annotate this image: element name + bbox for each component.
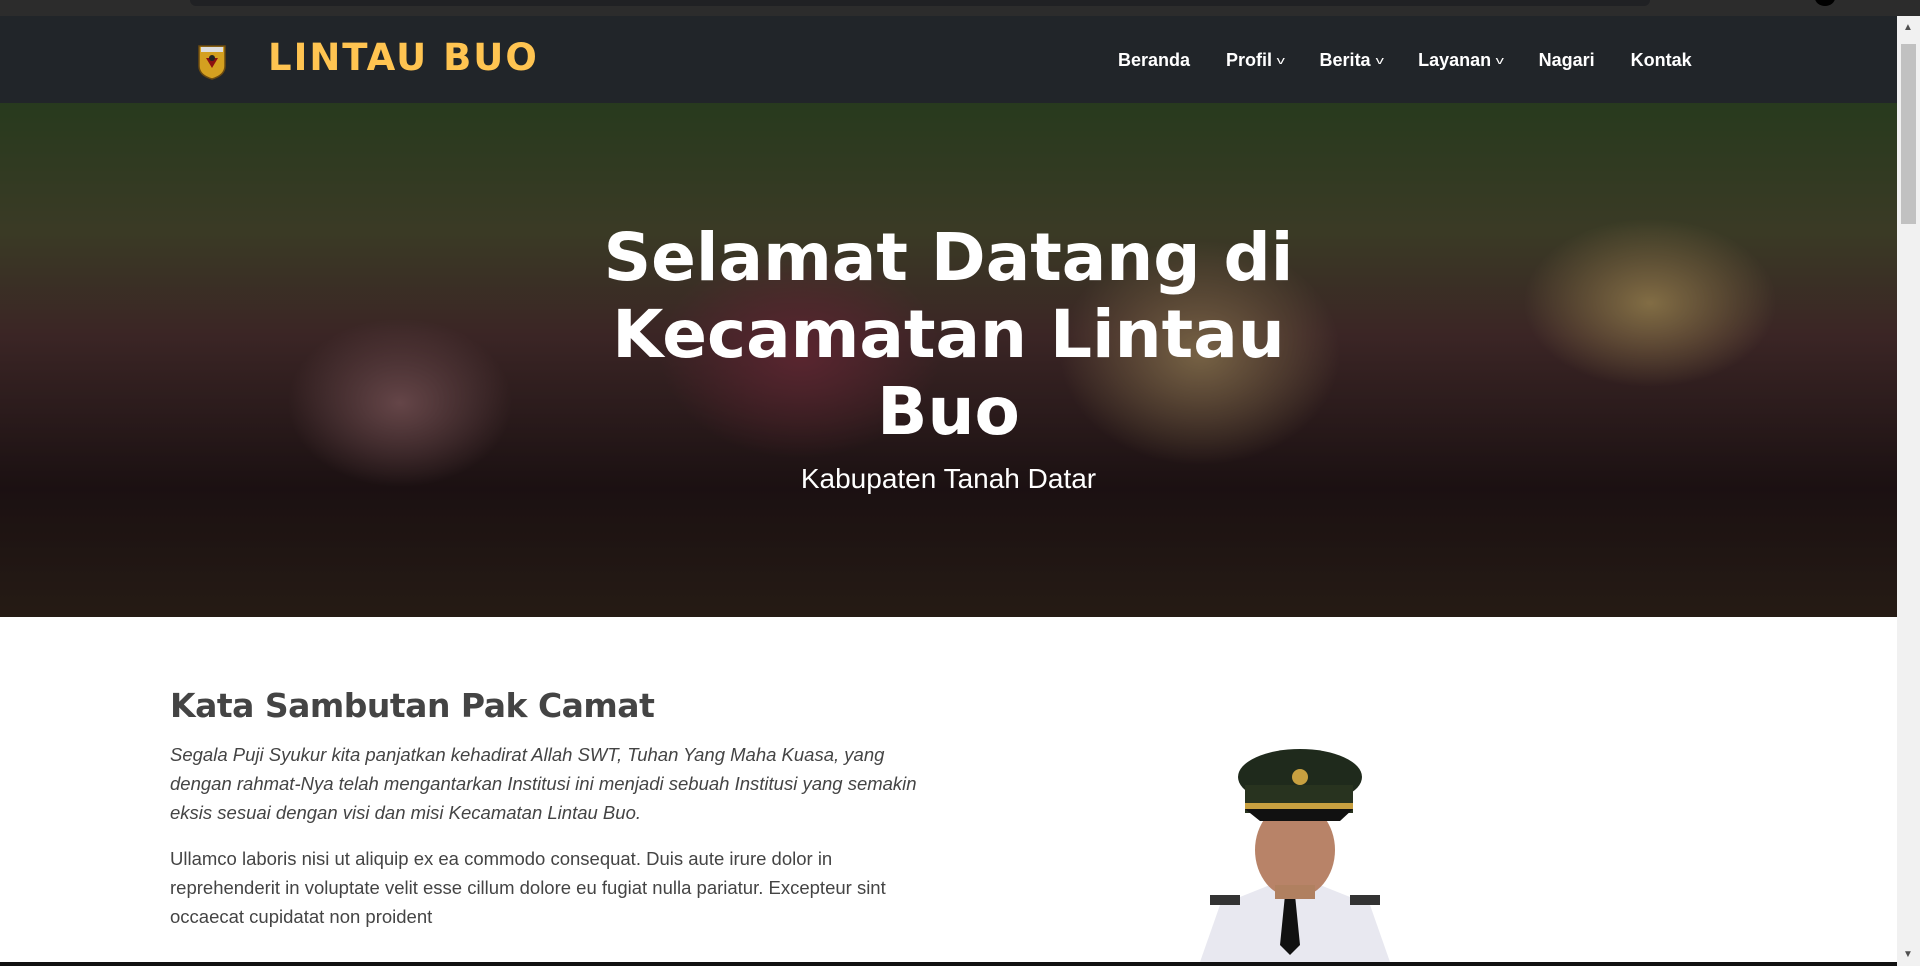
nav-beranda[interactable]: Beranda — [1118, 50, 1190, 71]
scroll-up-icon[interactable]: ▲ — [1903, 22, 1913, 33]
chevron-down-icon: v — [1495, 54, 1504, 67]
section-title: Kata Sambutan Pak Camat — [170, 686, 655, 725]
scroll-down-icon[interactable]: ▼ — [1903, 949, 1913, 960]
nav-label: Beranda — [1118, 50, 1191, 70]
nav-kontak[interactable]: Kontak — [1631, 50, 1692, 71]
profile-icon[interactable] — [1815, 0, 1835, 6]
address-bar[interactable] — [190, 0, 1650, 6]
navbar: LINTAU BUO Beranda Profil v Berita v Layan… — [0, 16, 1897, 103]
nav-label: Nagari — [1538, 50, 1595, 70]
nav-profil[interactable]: Profil v — [1226, 50, 1285, 71]
nav-label: Profil — [1226, 50, 1273, 70]
hero-title: Selamat Datang di Kecamatan Lintau Buo — [603, 219, 1294, 450]
nav-label: Kontak — [1630, 50, 1692, 70]
nav-nagari[interactable]: Nagari — [1539, 50, 1595, 71]
body-paragraph: Ullamco laboris nisi ut aliquip ex ea co… — [170, 848, 886, 927]
hero-banner: Selamat Datang di Kecamatan Lintau Buo K… — [0, 103, 1897, 617]
browser-top-strip — [0, 0, 1920, 16]
camat-photo — [1200, 749, 1390, 962]
logo-emblem-icon[interactable] — [197, 44, 227, 80]
scrollbar-thumb[interactable] — [1901, 44, 1916, 224]
nav-label: Layanan — [1418, 50, 1492, 70]
chevron-down-icon: v — [1276, 54, 1285, 67]
intro-paragraph: Segala Puji Syukur kita panjatkan kehadi… — [170, 744, 917, 823]
nav-berita[interactable]: Berita v — [1319, 50, 1384, 71]
bottom-border — [0, 962, 1897, 966]
scrollbar[interactable]: ▲ ▼ — [1897, 16, 1920, 966]
chevron-down-icon: v — [1375, 54, 1384, 67]
nav-layanan[interactable]: Layanan v — [1418, 50, 1504, 71]
main-menu: Beranda Profil v Berita v Layanan v Nagari … — [1118, 50, 1728, 71]
nav-label: Berita — [1319, 50, 1371, 70]
brand-name[interactable]: LINTAU BUO — [268, 36, 539, 79]
hero-subtitle: Kabupaten Tanah Datar — [800, 463, 1097, 494]
